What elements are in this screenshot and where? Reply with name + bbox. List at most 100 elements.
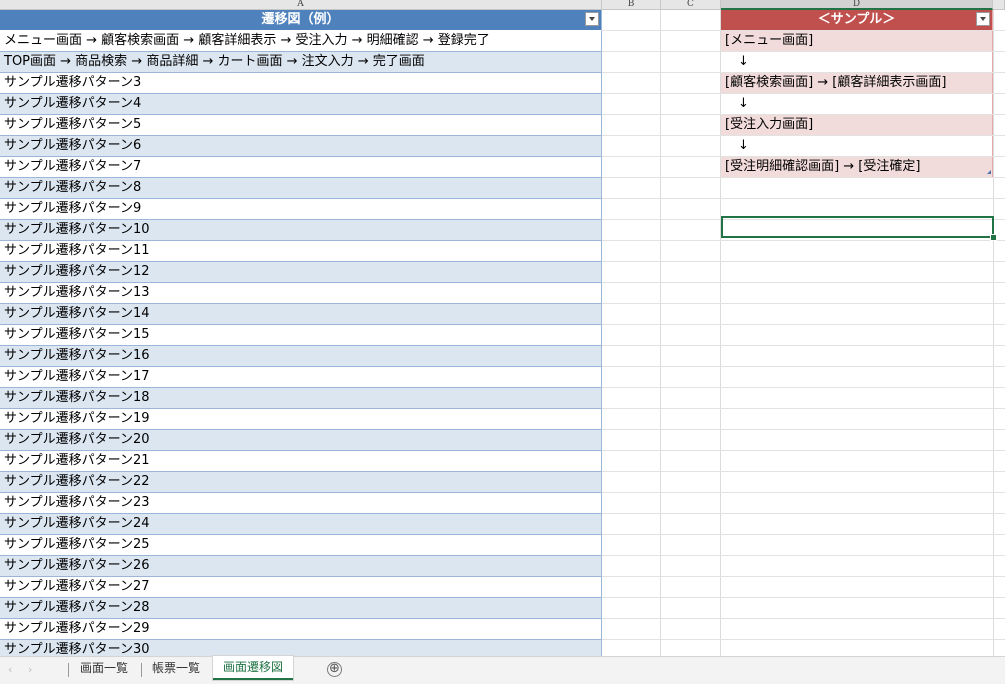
column-header-c[interactable]: C [661, 0, 721, 10]
table-row: TOP画面 → 商品検索 → 商品詳細 → カート画面 → 注文入力 → 完了画… [0, 52, 1005, 73]
table-a-header[interactable]: 遷移図（例） [0, 10, 602, 31]
table-row: サンプル遷移パターン13 [0, 283, 1005, 304]
empty-cell[interactable] [721, 241, 993, 262]
table-d-cell[interactable]: ↓ [721, 52, 993, 73]
empty-cell[interactable] [721, 409, 993, 430]
empty-cell[interactable] [721, 304, 993, 325]
table-row: サンプル遷移パターン19 [0, 409, 1005, 430]
empty-cell[interactable] [721, 472, 993, 493]
table-row: サンプル遷移パターン18 [0, 388, 1005, 409]
table-a-cell[interactable]: サンプル遷移パターン22 [0, 472, 602, 493]
column-header-b[interactable]: B [602, 0, 661, 10]
table-a-cell[interactable]: サンプル遷移パターン17 [0, 367, 602, 388]
table-a-cell[interactable]: サンプル遷移パターン5 [0, 115, 602, 136]
empty-cell[interactable] [721, 619, 993, 640]
empty-cell[interactable] [721, 262, 993, 283]
table-a-cell[interactable]: サンプル遷移パターン29 [0, 619, 602, 640]
header-row: 遷移図（例） ＜サンプル＞ [0, 10, 1005, 31]
table-row: サンプル遷移パターン27 [0, 577, 1005, 598]
table-row: サンプル遷移パターン7 [受注明細確認画面] → [受注確定] [0, 157, 1005, 178]
table-row: サンプル遷移パターン26 [0, 556, 1005, 577]
empty-cell[interactable] [721, 493, 993, 514]
table-row: サンプル遷移パターン21 [0, 451, 1005, 472]
table-a-cell[interactable]: サンプル遷移パターン9 [0, 199, 602, 220]
empty-cell[interactable] [721, 325, 993, 346]
table-a-cell[interactable]: サンプル遷移パターン7 [0, 157, 602, 178]
empty-cell[interactable] [721, 514, 993, 535]
table-a-cell[interactable]: サンプル遷移パターン14 [0, 304, 602, 325]
table-resize-handle[interactable] [987, 170, 991, 174]
table-a-cell[interactable]: サンプル遷移パターン19 [0, 409, 602, 430]
scroll-right-icon[interactable]: › [28, 663, 32, 676]
tab-divider [68, 663, 69, 677]
empty-cell[interactable] [721, 283, 993, 304]
table-row: サンプル遷移パターン17 [0, 367, 1005, 388]
filter-dropdown-d-button[interactable] [976, 12, 990, 26]
table-a-cell[interactable]: サンプル遷移パターン13 [0, 283, 602, 304]
table-row: サンプル遷移パターン5 [受注入力画面] [0, 115, 1005, 136]
selected-cell[interactable] [721, 216, 994, 238]
sheet-tab-screen-transition[interactable]: 画面遷移図 [213, 656, 294, 680]
scroll-left-icon[interactable]: ‹ [8, 663, 12, 676]
table-a-cell[interactable]: サンプル遷移パターン30 [0, 640, 602, 656]
table-a-cell[interactable]: サンプル遷移パターン28 [0, 598, 602, 619]
table-a-cell[interactable]: サンプル遷移パターン27 [0, 577, 602, 598]
table-row: サンプル遷移パターン25 [0, 535, 1005, 556]
fill-handle[interactable] [990, 234, 997, 241]
table-d-cell[interactable]: ↓ [721, 136, 993, 157]
column-header-a[interactable]: A [0, 0, 602, 10]
table-a-cell[interactable]: サンプル遷移パターン12 [0, 262, 602, 283]
table-row: サンプル遷移パターン6 ↓ [0, 136, 1005, 157]
table-a-cell[interactable]: サンプル遷移パターン20 [0, 430, 602, 451]
table-a-cell[interactable]: サンプル遷移パターン24 [0, 514, 602, 535]
table-a-cell[interactable]: サンプル遷移パターン25 [0, 535, 602, 556]
table-row: サンプル遷移パターン16 [0, 346, 1005, 367]
table-d-cell[interactable]: ↓ [721, 94, 993, 115]
sheet-tab-bar: ‹ › 画面一覧 帳票一覧 画面遷移図 ⊕ [0, 656, 1005, 684]
empty-cell[interactable] [721, 556, 993, 577]
table-d-cell[interactable]: [メニュー画面] [721, 31, 993, 52]
filter-dropdown-a-button[interactable] [585, 12, 599, 26]
sheet-tab-report-list[interactable]: 帳票一覧 [142, 657, 210, 679]
empty-cell[interactable] [721, 367, 993, 388]
table-row: サンプル遷移パターン8 [0, 178, 1005, 199]
empty-cell[interactable] [721, 535, 993, 556]
table-a-cell[interactable]: サンプル遷移パターン16 [0, 346, 602, 367]
table-a-cell[interactable]: サンプル遷移パターン18 [0, 388, 602, 409]
table-row: サンプル遷移パターン14 [0, 304, 1005, 325]
table-row: サンプル遷移パターン3 [顧客検索画面] → [顧客詳細表示画面] [0, 73, 1005, 94]
table-row: サンプル遷移パターン4 ↓ [0, 94, 1005, 115]
table-a-cell[interactable]: サンプル遷移パターン26 [0, 556, 602, 577]
sheet-tab-screen-list[interactable]: 画面一覧 [70, 657, 138, 679]
table-row: サンプル遷移パターン22 [0, 472, 1005, 493]
empty-cell[interactable] [721, 640, 993, 656]
table-a-cell[interactable]: サンプル遷移パターン10 [0, 220, 602, 241]
empty-cell[interactable] [721, 388, 993, 409]
table-d-cell[interactable]: [受注入力画面] [721, 115, 993, 136]
empty-cell[interactable] [721, 577, 993, 598]
table-a-cell[interactable]: サンプル遷移パターン6 [0, 136, 602, 157]
table-d-cell[interactable]: [顧客検索画面] → [顧客詳細表示画面] [721, 73, 993, 94]
table-a-cell[interactable]: サンプル遷移パターン3 [0, 73, 602, 94]
table-row: サンプル遷移パターン24 [0, 514, 1005, 535]
table-a-cell[interactable]: サンプル遷移パターン11 [0, 241, 602, 262]
table-a-cell[interactable]: メニュー画面 → 顧客検索画面 → 顧客詳細表示 → 受注入力 → 明細確認 →… [0, 31, 602, 52]
empty-cell[interactable] [721, 451, 993, 472]
table-a-cell[interactable]: サンプル遷移パターン4 [0, 94, 602, 115]
table-d-cell[interactable]: [受注明細確認画面] → [受注確定] [721, 157, 993, 178]
empty-cell[interactable] [721, 346, 993, 367]
add-sheet-icon[interactable]: ⊕ [327, 662, 342, 677]
column-header-d[interactable]: D [721, 0, 993, 10]
table-a-cell[interactable]: サンプル遷移パターン21 [0, 451, 602, 472]
table-a-cell[interactable]: TOP画面 → 商品検索 → 商品詳細 → カート画面 → 注文入力 → 完了画… [0, 52, 602, 73]
column-header-e[interactable] [993, 0, 1005, 10]
empty-cell[interactable] [721, 598, 993, 619]
empty-cell[interactable] [721, 178, 993, 199]
empty-cell[interactable] [721, 430, 993, 451]
table-a-cell[interactable]: サンプル遷移パターン23 [0, 493, 602, 514]
table-a-cell[interactable]: サンプル遷移パターン8 [0, 178, 602, 199]
table-a-cell[interactable]: サンプル遷移パターン15 [0, 325, 602, 346]
table-d-header[interactable]: ＜サンプル＞ [721, 10, 993, 31]
spreadsheet-grid[interactable]: A B C D 遷移図（例） ＜サンプル＞ メニュー画面 → 顧客検索画面 → 顧客… [0, 0, 1005, 656]
table-row: メニュー画面 → 顧客検索画面 → 顧客詳細表示 → 受注入力 → 明細確認 →… [0, 31, 1005, 52]
